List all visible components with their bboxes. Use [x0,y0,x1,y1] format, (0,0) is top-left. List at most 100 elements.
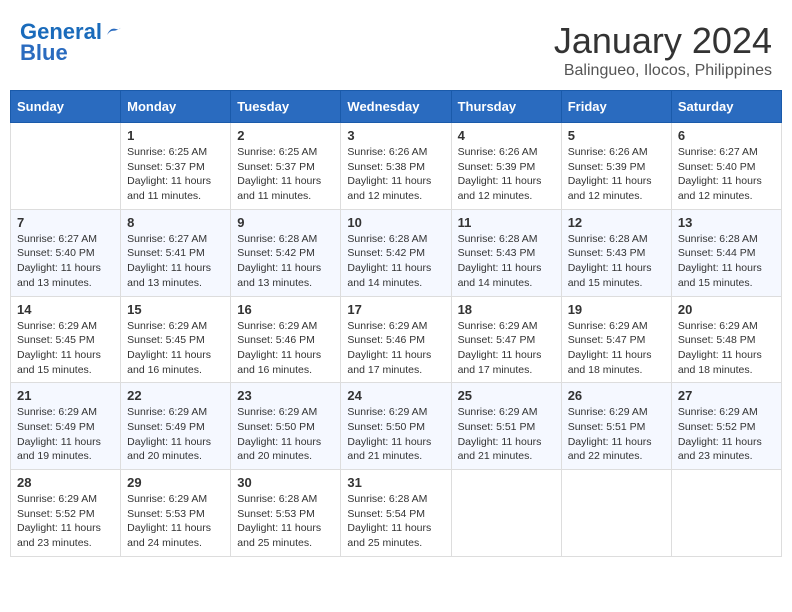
month-title: January 2024 [554,20,772,62]
day-number: 12 [568,215,665,230]
calendar-cell: 4 Sunrise: 6:26 AMSunset: 5:39 PMDaylight… [451,123,561,210]
week-row-1: 1 Sunrise: 6:25 AMSunset: 5:37 PMDaylight… [11,123,782,210]
day-info: Sunrise: 6:26 AMSunset: 5:38 PMDaylight:… [347,145,444,204]
week-row-2: 7 Sunrise: 6:27 AMSunset: 5:40 PMDaylight… [11,209,782,296]
calendar-cell: 19 Sunrise: 6:29 AMSunset: 5:47 PMDayligh… [561,296,671,383]
day-info: Sunrise: 6:25 AMSunset: 5:37 PMDaylight:… [237,145,334,204]
calendar-cell: 29 Sunrise: 6:29 AMSunset: 5:53 PMDayligh… [121,470,231,557]
day-info: Sunrise: 6:28 AMSunset: 5:42 PMDaylight:… [347,232,444,291]
day-number: 26 [568,388,665,403]
day-number: 21 [17,388,114,403]
day-number: 1 [127,128,224,143]
day-info: Sunrise: 6:29 AMSunset: 5:50 PMDaylight:… [347,405,444,464]
day-number: 9 [237,215,334,230]
day-number: 13 [678,215,775,230]
day-info: Sunrise: 6:29 AMSunset: 5:46 PMDaylight:… [237,319,334,378]
day-info: Sunrise: 6:28 AMSunset: 5:42 PMDaylight:… [237,232,334,291]
day-info: Sunrise: 6:28 AMSunset: 5:43 PMDaylight:… [568,232,665,291]
day-info: Sunrise: 6:28 AMSunset: 5:44 PMDaylight:… [678,232,775,291]
day-info: Sunrise: 6:29 AMSunset: 5:49 PMDaylight:… [17,405,114,464]
day-number: 27 [678,388,775,403]
day-number: 5 [568,128,665,143]
calendar-header-row: SundayMondayTuesdayWednesdayThursdayFrid… [11,91,782,123]
calendar-body: 1 Sunrise: 6:25 AMSunset: 5:37 PMDaylight… [11,123,782,557]
day-info: Sunrise: 6:29 AMSunset: 5:47 PMDaylight:… [568,319,665,378]
day-header-monday: Monday [121,91,231,123]
day-number: 17 [347,302,444,317]
day-info: Sunrise: 6:27 AMSunset: 5:40 PMDaylight:… [678,145,775,204]
day-number: 16 [237,302,334,317]
day-number: 24 [347,388,444,403]
calendar-cell: 8 Sunrise: 6:27 AMSunset: 5:41 PMDaylight… [121,209,231,296]
day-info: Sunrise: 6:26 AMSunset: 5:39 PMDaylight:… [568,145,665,204]
day-info: Sunrise: 6:27 AMSunset: 5:41 PMDaylight:… [127,232,224,291]
day-number: 29 [127,475,224,490]
calendar-cell [451,470,561,557]
day-info: Sunrise: 6:29 AMSunset: 5:52 PMDaylight:… [678,405,775,464]
day-number: 14 [17,302,114,317]
day-info: Sunrise: 6:29 AMSunset: 5:48 PMDaylight:… [678,319,775,378]
logo-bird-icon [104,23,122,41]
day-info: Sunrise: 6:26 AMSunset: 5:39 PMDaylight:… [458,145,555,204]
day-header-thursday: Thursday [451,91,561,123]
day-number: 10 [347,215,444,230]
calendar-cell: 20 Sunrise: 6:29 AMSunset: 5:48 PMDayligh… [671,296,781,383]
week-row-3: 14 Sunrise: 6:29 AMSunset: 5:45 PMDayligh… [11,296,782,383]
calendar-cell: 22Sunrise: 6:29 AMSunset: 5:49 PMDayligh… [121,383,231,470]
day-info: Sunrise: 6:29 AMSunset: 5:47 PMDaylight:… [458,319,555,378]
calendar-cell [671,470,781,557]
location-title: Balingueo, Ilocos, Philippines [554,62,772,80]
calendar-cell: 13 Sunrise: 6:28 AMSunset: 5:44 PMDayligh… [671,209,781,296]
calendar-cell: 24 Sunrise: 6:29 AMSunset: 5:50 PMDayligh… [341,383,451,470]
day-number: 8 [127,215,224,230]
calendar-cell: 23Sunrise: 6:29 AMSunset: 5:50 PMDayligh… [231,383,341,470]
calendar-cell: 27 Sunrise: 6:29 AMSunset: 5:52 PMDayligh… [671,383,781,470]
title-section: January 2024 Balingueo, Ilocos, Philippi… [554,20,772,80]
day-number: 28 [17,475,114,490]
day-number: 30 [237,475,334,490]
day-number: 2 [237,128,334,143]
calendar-cell: 30 Sunrise: 6:28 AMSunset: 5:53 PMDayligh… [231,470,341,557]
calendar-cell: 7 Sunrise: 6:27 AMSunset: 5:40 PMDaylight… [11,209,121,296]
calendar-cell: 5 Sunrise: 6:26 AMSunset: 5:39 PMDaylight… [561,123,671,210]
day-number: 6 [678,128,775,143]
day-number: 3 [347,128,444,143]
day-header-sunday: Sunday [11,91,121,123]
day-info: Sunrise: 6:29 AMSunset: 5:51 PMDaylight:… [458,405,555,464]
day-header-friday: Friday [561,91,671,123]
week-row-4: 21 Sunrise: 6:29 AMSunset: 5:49 PMDayligh… [11,383,782,470]
calendar-cell [11,123,121,210]
calendar-cell: 12 Sunrise: 6:28 AMSunset: 5:43 PMDayligh… [561,209,671,296]
calendar-cell: 3 Sunrise: 6:26 AMSunset: 5:38 PMDaylight… [341,123,451,210]
day-number: 19 [568,302,665,317]
day-info: Sunrise: 6:29 AMSunset: 5:53 PMDaylight:… [127,492,224,551]
calendar-cell: 11Sunrise: 6:28 AMSunset: 5:43 PMDayligh… [451,209,561,296]
day-number: 15 [127,302,224,317]
week-row-5: 28 Sunrise: 6:29 AMSunset: 5:52 PMDayligh… [11,470,782,557]
calendar-cell: 28 Sunrise: 6:29 AMSunset: 5:52 PMDayligh… [11,470,121,557]
calendar-cell: 10 Sunrise: 6:28 AMSunset: 5:42 PMDayligh… [341,209,451,296]
day-number: 4 [458,128,555,143]
day-info: Sunrise: 6:29 AMSunset: 5:52 PMDaylight:… [17,492,114,551]
day-info: Sunrise: 6:29 AMSunset: 5:46 PMDaylight:… [347,319,444,378]
day-info: Sunrise: 6:29 AMSunset: 5:49 PMDaylight:… [127,405,224,464]
day-number: 7 [17,215,114,230]
day-number: 20 [678,302,775,317]
calendar-cell: 1Sunrise: 6:25 AMSunset: 5:37 PMDaylight… [121,123,231,210]
day-info: Sunrise: 6:29 AMSunset: 5:50 PMDaylight:… [237,405,334,464]
calendar-cell: 17 Sunrise: 6:29 AMSunset: 5:46 PMDayligh… [341,296,451,383]
day-info: Sunrise: 6:29 AMSunset: 5:51 PMDaylight:… [568,405,665,464]
day-info: Sunrise: 6:27 AMSunset: 5:40 PMDaylight:… [17,232,114,291]
logo: General Blue [20,20,122,66]
day-header-tuesday: Tuesday [231,91,341,123]
page-header: General Blue January 2024 Balingueo, Ilo… [10,10,782,85]
calendar-cell: 18Sunrise: 6:29 AMSunset: 5:47 PMDayligh… [451,296,561,383]
day-info: Sunrise: 6:28 AMSunset: 5:54 PMDaylight:… [347,492,444,551]
calendar-cell: 2 Sunrise: 6:25 AMSunset: 5:37 PMDaylight… [231,123,341,210]
day-info: Sunrise: 6:28 AMSunset: 5:53 PMDaylight:… [237,492,334,551]
day-info: Sunrise: 6:29 AMSunset: 5:45 PMDaylight:… [127,319,224,378]
calendar-cell: 14Sunrise: 6:29 AMSunset: 5:45 PMDayligh… [11,296,121,383]
calendar-cell: 21 Sunrise: 6:29 AMSunset: 5:49 PMDayligh… [11,383,121,470]
calendar-cell: 15 Sunrise: 6:29 AMSunset: 5:45 PMDayligh… [121,296,231,383]
calendar-cell: 16 Sunrise: 6:29 AMSunset: 5:46 PMDayligh… [231,296,341,383]
